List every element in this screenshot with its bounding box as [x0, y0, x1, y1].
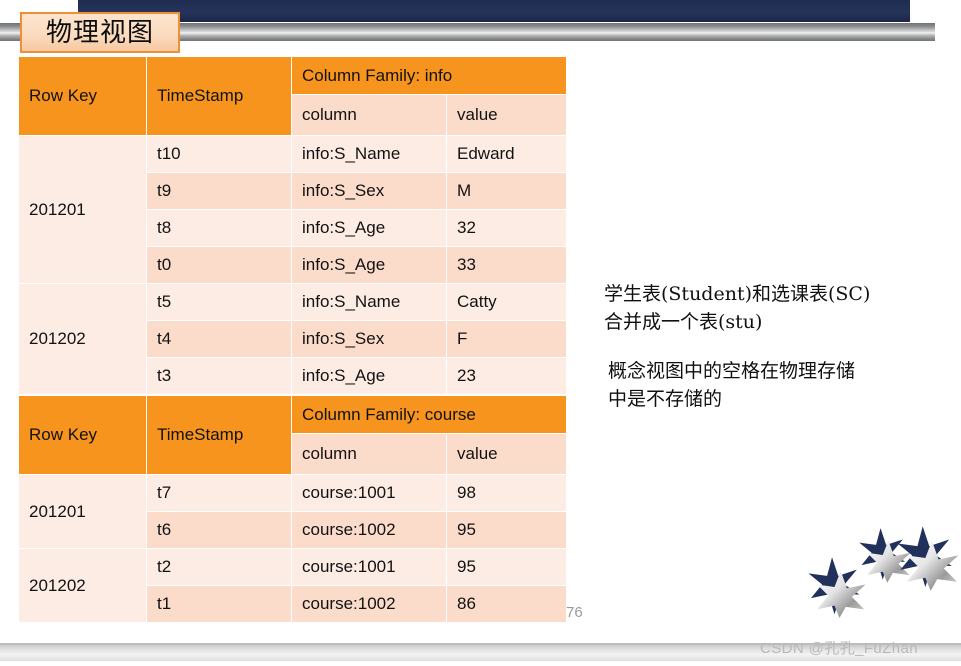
top-navy-bar [78, 0, 910, 22]
column-cell: course:1002 [291, 511, 447, 549]
timestamp-cell: t4 [146, 320, 292, 358]
table-course-header-row-1: Row Key TimeStamp Column Family: course [18, 394, 568, 475]
column-cell: course:1001 [291, 474, 447, 512]
value-cell: 32 [446, 209, 567, 247]
table-row: 201201 t7 course:1001 98 [18, 474, 568, 549]
timestamp-cell: t3 [146, 357, 292, 395]
table-course-header: Row Key TimeStamp Column Family: course … [18, 394, 568, 475]
column-cell: info:S_Sex [291, 172, 447, 210]
column-cell: info:S_Name [291, 135, 447, 173]
header-sub-value: value [446, 94, 567, 136]
timestamp-cell: t10 [146, 135, 292, 173]
row-key-cell: 201201 [18, 135, 147, 284]
timestamp-cell: t0 [146, 246, 292, 284]
column-cell: course:1002 [291, 585, 447, 623]
header-timestamp: TimeStamp [146, 56, 292, 136]
timestamp-cell: t6 [146, 511, 292, 549]
header-sub-column: column [291, 94, 447, 136]
value-cell: 86 [445, 585, 568, 623]
value-cell: F [446, 320, 567, 358]
header-sub-value: value [445, 433, 568, 475]
page-number: 76 [566, 604, 583, 621]
table-info-body: 201201 t10 info:S_Name Edward t9 info:S_… [18, 135, 567, 395]
value-cell: 95 [445, 548, 568, 586]
value-cell: 23 [446, 357, 567, 395]
timestamp-cell: t8 [146, 209, 292, 247]
timestamp-cell: t2 [146, 548, 292, 586]
timestamp-cell: t9 [146, 172, 292, 210]
value-cell: M [446, 172, 567, 210]
value-cell: 95 [445, 511, 568, 549]
slide-title-chip: 物理视图 [20, 12, 180, 53]
page-title: 物理视图 [45, 17, 154, 48]
row-key-cell: 201201 [18, 474, 147, 549]
value-cell: 33 [446, 246, 567, 284]
table-info-header-row-1: Row Key TimeStamp Column Family: info [18, 55, 567, 136]
table-course-body: 201201 t7 course:1001 98 t6 course:1002 … [18, 474, 568, 623]
decorative-star-icon [895, 525, 961, 591]
column-cell: info:S_Age [291, 209, 447, 247]
value-cell: Catty [446, 283, 567, 321]
table-row: 201201 t10 info:S_Name Edward [18, 135, 567, 284]
watermark: CSDN @孔孔_FuZhan [760, 640, 918, 657]
row-key-cell: 201202 [18, 283, 147, 395]
value-cell: 98 [445, 474, 568, 512]
row-key-cell: 201202 [18, 548, 147, 623]
header-timestamp: TimeStamp [146, 395, 292, 475]
column-cell: info:S_Age [291, 246, 447, 284]
table-row: 201202 t5 info:S_Name Catty [18, 283, 567, 395]
column-cell: info:S_Sex [291, 320, 447, 358]
timestamp-cell: t7 [146, 474, 292, 512]
header-sub-column: column [291, 433, 447, 475]
column-cell: course:1001 [291, 548, 447, 586]
timestamp-cell: t5 [146, 283, 292, 321]
timestamp-cell: t1 [146, 585, 292, 623]
value-cell: Edward [446, 135, 567, 173]
header-column-family-course: Column Family: course [290, 394, 568, 435]
header-row-key: Row Key [18, 395, 147, 475]
table-row: 201202 t2 course:1001 95 [18, 548, 568, 623]
header-column-family-info: Column Family: info [291, 55, 567, 96]
annotation-empty-cells: 概念视图中的空格在物理存储 中是不存储的 [608, 360, 856, 410]
column-cell: info:S_Name [291, 283, 447, 321]
table-info-header: Row Key TimeStamp Column Family: info co… [18, 55, 567, 136]
column-cell: info:S_Age [291, 357, 447, 395]
header-row-key: Row Key [18, 56, 147, 136]
physical-view-table-course: Row Key TimeStamp Column Family: course … [18, 394, 568, 623]
physical-view-table-info: Row Key TimeStamp Column Family: info co… [18, 55, 567, 395]
annotation-merge-tables: 学生表(Student)和选课表(SC) 合并成一个表(stu) [604, 283, 871, 333]
